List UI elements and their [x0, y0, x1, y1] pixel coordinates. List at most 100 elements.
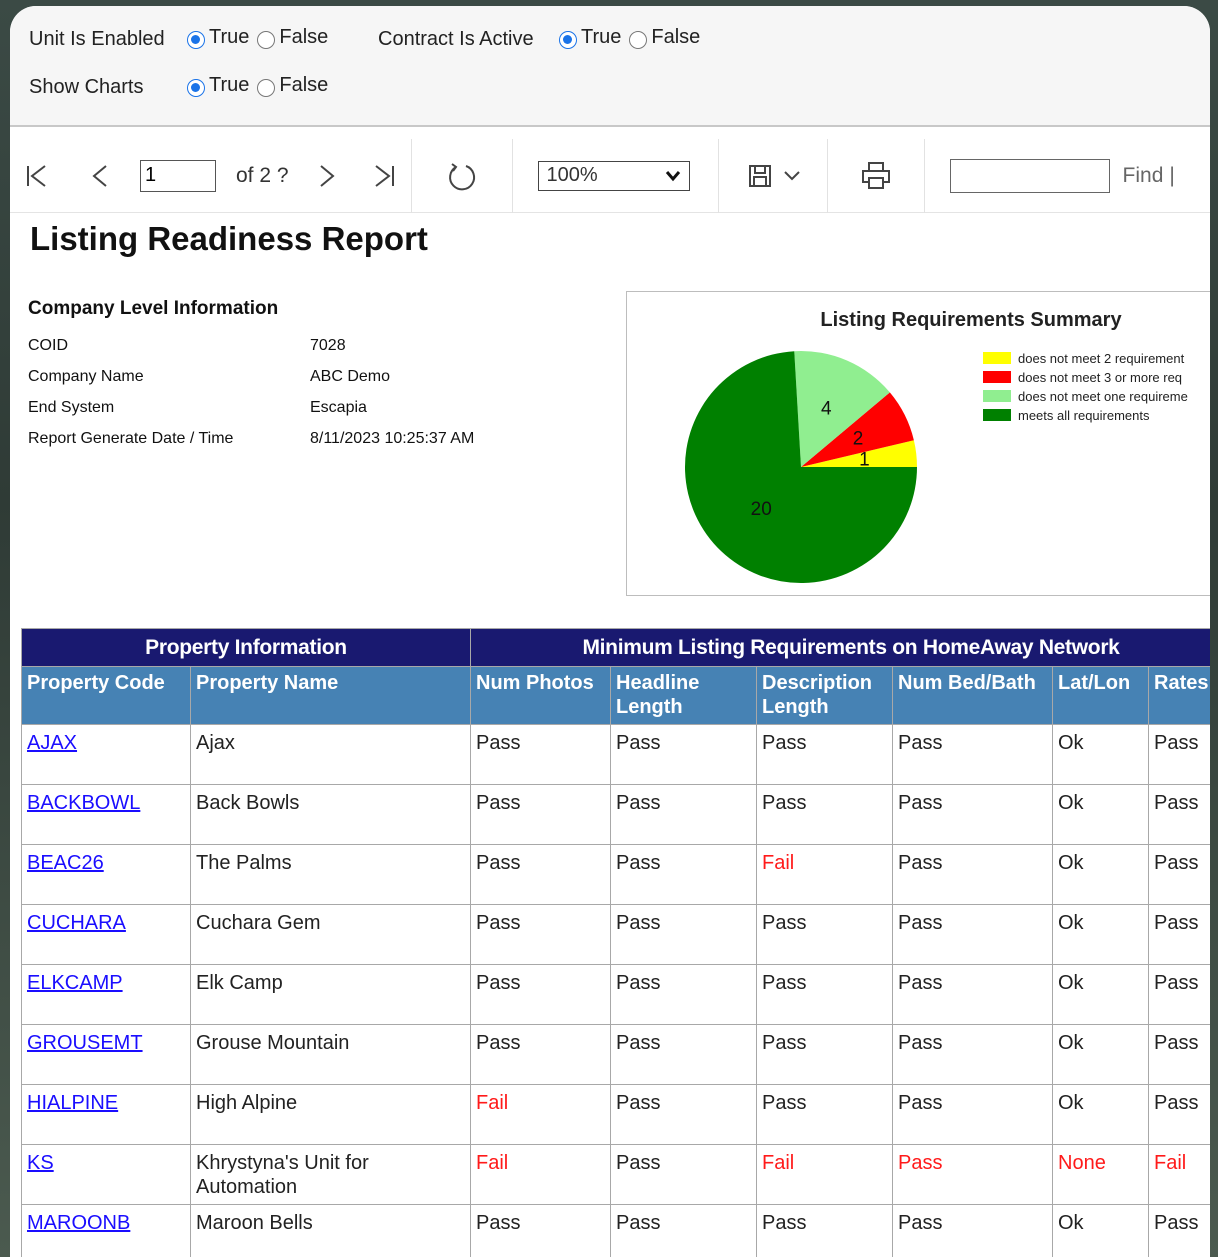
- table-cell: Pass: [1147, 904, 1210, 965]
- find-separator: |: [1169, 163, 1175, 187]
- table-cell: Ok: [1052, 1024, 1149, 1085]
- pie-slice-label: 1: [859, 450, 870, 471]
- property-code-cell: GROUSEMT: [21, 1024, 191, 1085]
- property-code-link[interactable]: CUCHARA: [27, 912, 126, 934]
- table-cell: Pass: [892, 1204, 1053, 1257]
- table-cell: Ok: [1052, 784, 1149, 845]
- radio-false-label: False: [279, 26, 329, 48]
- show-charts-radios: True False: [187, 74, 332, 97]
- radio-true-label: True: [209, 74, 250, 96]
- table-cell: Fail: [470, 1144, 611, 1205]
- info-value: 8/11/2023 10:25:37 AM: [310, 429, 475, 447]
- property-code-link[interactable]: BEAC26: [27, 852, 104, 874]
- table-cell: Pass: [470, 904, 611, 965]
- property-code-link[interactable]: HIALPINE: [27, 1092, 118, 1114]
- find-input[interactable]: [949, 158, 1110, 193]
- radio-false-label: False: [279, 74, 329, 96]
- table-cell: Pass: [892, 844, 1053, 905]
- property-code-link[interactable]: MAROONB: [27, 1212, 130, 1234]
- property-code-link[interactable]: ELKCAMP: [27, 972, 123, 994]
- table-cell: Pass: [892, 1084, 1053, 1145]
- table-cell: Ok: [1052, 844, 1149, 905]
- find-button[interactable]: Find: [1123, 164, 1164, 188]
- table-cell: Pass: [892, 1144, 1053, 1205]
- unit-enabled-label: Unit Is Enabled: [29, 28, 165, 50]
- zoom-select[interactable]: 100%: [537, 160, 690, 191]
- table-row: AJAX Ajax Pass Pass Pass Pass Ok Pass: [21, 724, 1210, 785]
- table-cell: Pass: [756, 1084, 893, 1145]
- show-charts-false-radio[interactable]: [257, 78, 276, 97]
- last-page-icon[interactable]: [369, 163, 399, 189]
- column-header[interactable]: Num Bed/Bath: [892, 666, 1053, 725]
- contract-active-true-radio[interactable]: [559, 30, 577, 49]
- table-cell: Pass: [610, 1204, 757, 1257]
- table-cell: Fail: [756, 844, 893, 905]
- info-key: Report Generate Date / Time: [28, 429, 234, 447]
- table-cell: Pass: [470, 844, 611, 905]
- column-header[interactable]: Num Photos: [470, 666, 611, 725]
- legend-swatch: [983, 352, 1011, 364]
- column-header[interactable]: Description Length: [756, 666, 893, 725]
- legend-label: does not meet 2 requirement: [1018, 351, 1185, 366]
- property-code-cell: ELKCAMP: [21, 964, 191, 1025]
- table-cell: Khrystyna's Unit for Automation: [190, 1144, 471, 1205]
- unit-enabled-false-radio[interactable]: [257, 30, 276, 49]
- save-icon[interactable]: [745, 163, 775, 189]
- info-key: End System: [28, 398, 115, 416]
- property-code-cell: HIALPINE: [21, 1084, 191, 1145]
- column-header[interactable]: Lat/Lon: [1052, 666, 1149, 725]
- property-code-link[interactable]: GROUSEMT: [27, 1032, 143, 1054]
- legend-swatch: [983, 409, 1011, 421]
- table-cell: Pass: [1147, 724, 1210, 785]
- table-cell: Ok: [1052, 1204, 1149, 1257]
- column-header[interactable]: Property Code: [21, 666, 191, 725]
- report-title: Listing Readiness Report: [30, 220, 428, 257]
- table-cell: Fail: [756, 1144, 893, 1205]
- info-row-report-date: Report Generate Date / Time 8/11/2023 10…: [28, 423, 474, 454]
- table-cell: Cuchara Gem: [190, 904, 471, 965]
- table-row: CUCHARA Cuchara Gem Pass Pass Pass Pass …: [21, 904, 1210, 965]
- requirements-table: Property Information Minimum Listing Req…: [21, 628, 1210, 1257]
- table-cell: Pass: [1147, 1204, 1210, 1257]
- page-number-input[interactable]: [140, 159, 216, 192]
- legend-swatch: [983, 390, 1011, 402]
- print-icon[interactable]: [858, 161, 894, 191]
- requirements-table-wrap: Property Information Minimum Listing Req…: [21, 628, 1210, 1257]
- radio-true-label: True: [581, 26, 622, 48]
- column-header[interactable]: Headline Length: [610, 666, 757, 725]
- company-info-heading: Company Level Information: [28, 298, 279, 319]
- column-header[interactable]: Property Name: [190, 666, 471, 725]
- first-page-icon[interactable]: [22, 163, 52, 189]
- listing-requirements-chart: Listing Requirements Summary 1 2 4 20 does …: [626, 291, 1210, 596]
- table-cell: Pass: [756, 1024, 893, 1085]
- previous-page-icon[interactable]: [88, 163, 112, 189]
- refresh-icon[interactable]: [446, 160, 478, 192]
- info-row-company-name: Company Name ABC Demo: [28, 361, 474, 392]
- group-header-property: Property Information: [21, 628, 471, 667]
- legend-swatch: [983, 371, 1011, 383]
- info-row-coid: COID 7028: [28, 330, 474, 361]
- table-cell: Pass: [1147, 784, 1210, 845]
- toolbar-divider: [511, 138, 513, 213]
- next-page-icon[interactable]: [315, 163, 339, 189]
- column-header[interactable]: Rates: [1147, 666, 1210, 725]
- property-code-link[interactable]: AJAX: [27, 732, 77, 754]
- property-code-link[interactable]: BACKBOWL: [27, 792, 140, 814]
- table-cell: Pass: [470, 1204, 611, 1257]
- group-header-min-requirements: Minimum Listing Requirements on HomeAway…: [469, 628, 1210, 667]
- contract-active-false-radio[interactable]: [629, 30, 648, 49]
- property-code-cell: AJAX: [21, 724, 191, 785]
- table-cell: Ajax: [190, 724, 471, 785]
- chevron-down-icon[interactable]: [781, 170, 803, 182]
- company-info-block: Company Level Information COID 7028 Comp…: [28, 298, 474, 454]
- property-code-cell: MAROONB: [21, 1204, 191, 1257]
- table-row: ELKCAMP Elk Camp Pass Pass Pass Pass Ok …: [21, 964, 1210, 1025]
- show-charts-true-radio[interactable]: [187, 78, 205, 97]
- property-code-link[interactable]: KS: [27, 1152, 54, 1174]
- table-row: HIALPINE High Alpine Fail Pass Pass Pass…: [21, 1084, 1210, 1145]
- toolbar-divider: [410, 138, 412, 213]
- table-cell: Pass: [1147, 1084, 1210, 1145]
- unit-enabled-true-radio[interactable]: [187, 30, 205, 49]
- table-cell: Pass: [892, 724, 1053, 785]
- table-cell: Pass: [756, 964, 893, 1025]
